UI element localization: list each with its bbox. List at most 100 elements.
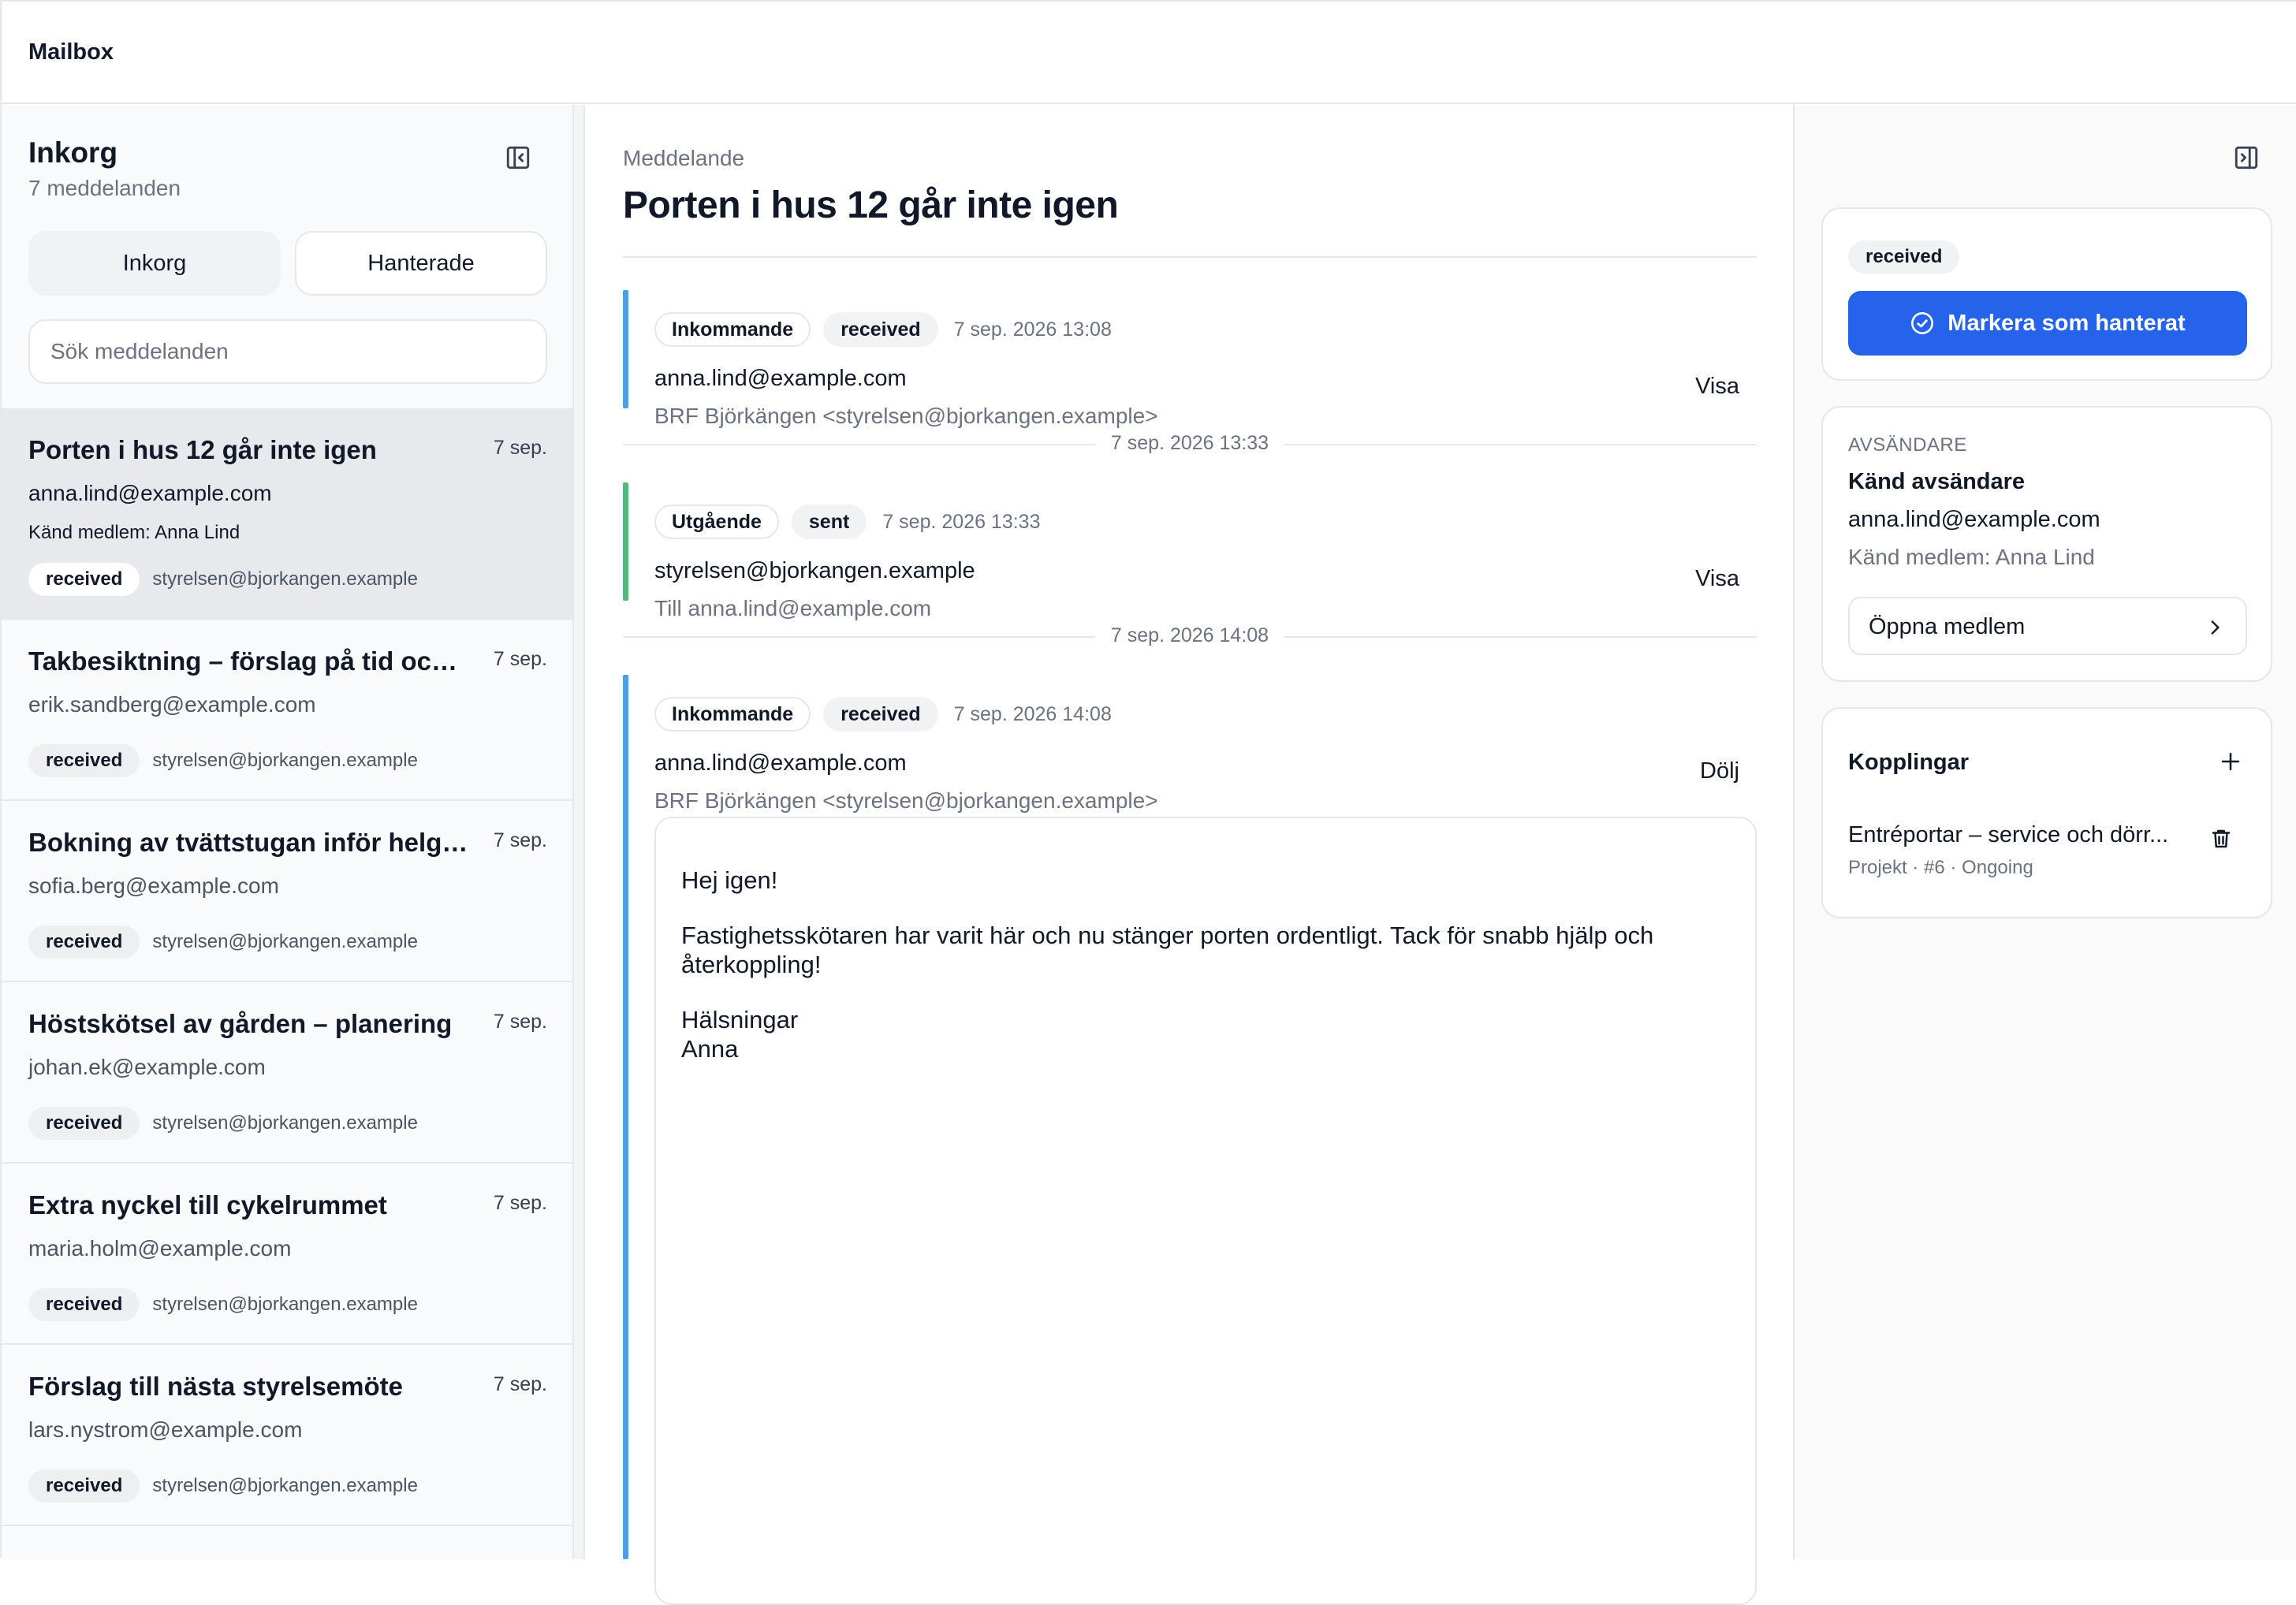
links-title: Kopplingar — [1848, 750, 1970, 775]
sender-email: anna.lind@example.com — [654, 750, 907, 776]
message-recipient: styrelsen@bjorkangen.example — [152, 750, 418, 771]
timestamp: 7 sep. 2026 13:33 — [882, 510, 1041, 533]
mailbox-app: Mailbox Inkorg 7 meddelanden Inkorg Hant… — [0, 0, 2296, 1605]
link-item-meta: Projekt · #6 · Ongoing — [1848, 857, 2033, 878]
status-badge: received — [28, 744, 140, 777]
message-date: 7 sep. — [493, 1011, 547, 1033]
recipient-line: BRF Björkängen <styrelsen@bjorkangen.exa… — [654, 404, 1158, 428]
message-list: Porten i hus 12 går inte igen 7 sep. ann… — [2, 408, 572, 1526]
link-item-title[interactable]: Entréportar – service och dörr... — [1848, 822, 2179, 848]
message-item[interactable]: Höstskötsel av gården – planering 7 sep.… — [2, 982, 572, 1164]
body-signature: Anna — [681, 1035, 739, 1063]
page-title: Porten i hus 12 går inte igen — [623, 184, 1119, 226]
message-tags: received styrelsen@bjorkangen.example — [28, 1288, 418, 1321]
message-date: 7 sep. — [493, 1192, 547, 1214]
message-date: 7 sep. — [493, 829, 547, 851]
hide-button[interactable]: Dölj — [1700, 758, 1739, 784]
status-badge: received — [823, 312, 938, 347]
status-badge: received — [823, 697, 938, 732]
status-badge: received — [28, 1107, 140, 1140]
separator-time: 7 sep. 2026 14:08 — [1094, 624, 1285, 647]
inbox-title: Inkorg — [28, 136, 118, 169]
message-recipient: styrelsen@bjorkangen.example — [152, 568, 418, 590]
add-link-icon[interactable] — [2219, 750, 2242, 773]
recipient-line: BRF Björkängen <styrelsen@bjorkangen.exa… — [654, 788, 1158, 813]
thread-item-expanded[interactable]: Inkommande received 7 sep. 2026 14:08 an… — [623, 675, 1757, 1605]
message-body: Hej igen! Fastighetsskötaren har varit h… — [654, 817, 1757, 1605]
thread-item-meta: Inkommande received 7 sep. 2026 14:08 — [654, 697, 1112, 732]
message-sender: maria.holm@example.com — [28, 1236, 292, 1261]
thread-item[interactable]: Utgående sent 7 sep. 2026 13:33 styrelse… — [623, 482, 1757, 620]
outgoing-indicator — [623, 482, 628, 601]
message-sender: erik.sandberg@example.com — [28, 692, 316, 717]
message-subject: Porten i hus 12 går inte igen — [28, 435, 377, 464]
tab-inbox[interactable]: Inkorg — [28, 231, 281, 296]
sender-card: AVSÄNDARE Känd avsändare anna.lind@examp… — [1821, 406, 2272, 682]
direction-badge: Inkommande — [654, 697, 811, 732]
message-tags: received styrelsen@bjorkangen.example — [28, 744, 418, 777]
chevron-right-icon — [2205, 617, 2225, 638]
show-button[interactable]: Visa — [1695, 374, 1739, 400]
trash-icon[interactable] — [2209, 827, 2233, 851]
message-recipient: styrelsen@bjorkangen.example — [152, 1475, 418, 1496]
message-sender: lars.nystrom@example.com — [28, 1417, 303, 1442]
divider — [623, 256, 1757, 258]
message-tags: received styrelsen@bjorkangen.example — [28, 1107, 418, 1140]
message-subject: Bokning av tvättstugan inför helgen — [28, 828, 470, 857]
message-item[interactable]: Extra nyckel till cykelrummet 7 sep. mar… — [2, 1164, 572, 1345]
status-badge: received — [28, 1469, 140, 1503]
message-tags: received styrelsen@bjorkangen.example — [28, 563, 418, 596]
message-date: 7 sep. — [493, 648, 547, 670]
open-member-button[interactable]: Öppna medlem — [1848, 597, 2247, 655]
thread-item-meta: Inkommande received 7 sep. 2026 13:08 — [654, 312, 1112, 347]
check-circle-icon — [1911, 312, 1934, 334]
incoming-indicator — [623, 290, 628, 408]
top-bar: Mailbox — [2, 2, 2296, 104]
thread-item[interactable]: Inkommande received 7 sep. 2026 13:08 an… — [623, 290, 1757, 428]
message-subject: Höstskötsel av gården – planering — [28, 1009, 453, 1038]
message-recipient: styrelsen@bjorkangen.example — [152, 1294, 418, 1315]
message-tags: received styrelsen@bjorkangen.example — [28, 925, 418, 959]
message-item[interactable]: Takbesiktning – förslag på tid och ... 7… — [2, 620, 572, 801]
message-sender: anna.lind@example.com — [28, 481, 272, 505]
body-paragraph: Fastighetsskötaren har varit här och nu … — [681, 922, 1654, 978]
mark-handled-label: Markera som hanterat — [1948, 310, 2186, 336]
open-member-label: Öppna medlem — [1869, 614, 2026, 639]
message-item[interactable]: Bokning av tvättstugan inför helgen 7 se… — [2, 801, 572, 982]
collapse-panel-icon[interactable] — [2233, 144, 2260, 171]
message-member: Känd medlem: Anna Lind — [28, 522, 240, 543]
message-date: 7 sep. — [493, 1373, 547, 1395]
timestamp: 7 sep. 2026 13:08 — [953, 318, 1112, 341]
sender-known: Känd avsändare — [1848, 469, 2026, 494]
status-badge: received — [28, 563, 140, 596]
message-subject: Takbesiktning – förslag på tid och ... — [28, 646, 470, 676]
thread-item-meta: Utgående sent 7 sep. 2026 13:33 — [654, 505, 1040, 539]
time-separator: 7 sep. 2026 13:33 — [623, 429, 1757, 460]
tab-handled[interactable]: Hanterade — [295, 231, 547, 296]
status-badge: sent — [791, 505, 867, 539]
body-closing: Hälsningar — [681, 1006, 799, 1033]
message-recipient: styrelsen@bjorkangen.example — [152, 1112, 418, 1134]
message-item[interactable]: Förslag till nästa styrelsemöte 7 sep. l… — [2, 1345, 572, 1526]
timestamp: 7 sep. 2026 14:08 — [953, 702, 1112, 725]
body-greeting: Hej igen! — [681, 866, 778, 894]
recipient-line: Till anna.lind@example.com — [654, 596, 932, 620]
show-button[interactable]: Visa — [1695, 566, 1739, 592]
collapse-sidebar-icon[interactable] — [505, 144, 531, 171]
links-card: Kopplingar Entréportar – service och dör… — [1821, 707, 2272, 918]
message-item[interactable]: Porten i hus 12 går inte igen 7 sep. ann… — [2, 408, 572, 620]
status-badge: received — [1848, 240, 1960, 274]
sender-section-label: AVSÄNDARE — [1848, 434, 1967, 456]
sidebar-resize-handle[interactable] — [572, 105, 585, 1559]
mark-handled-button[interactable]: Markera som hanterat — [1848, 291, 2247, 356]
app-title: Mailbox — [28, 39, 114, 65]
message-date: 7 sep. — [493, 437, 547, 459]
message-subject: Extra nyckel till cykelrummet — [28, 1190, 387, 1220]
incoming-indicator — [623, 675, 628, 1559]
message-subject: Förslag till nästa styrelsemöte — [28, 1372, 404, 1401]
message-view: Meddelande Porten i hus 12 går inte igen… — [587, 105, 1793, 1605]
separator-time: 7 sep. 2026 13:33 — [1094, 432, 1285, 455]
search-input[interactable] — [28, 319, 547, 384]
status-badge: received — [28, 1288, 140, 1321]
time-separator: 7 sep. 2026 14:08 — [623, 621, 1757, 653]
